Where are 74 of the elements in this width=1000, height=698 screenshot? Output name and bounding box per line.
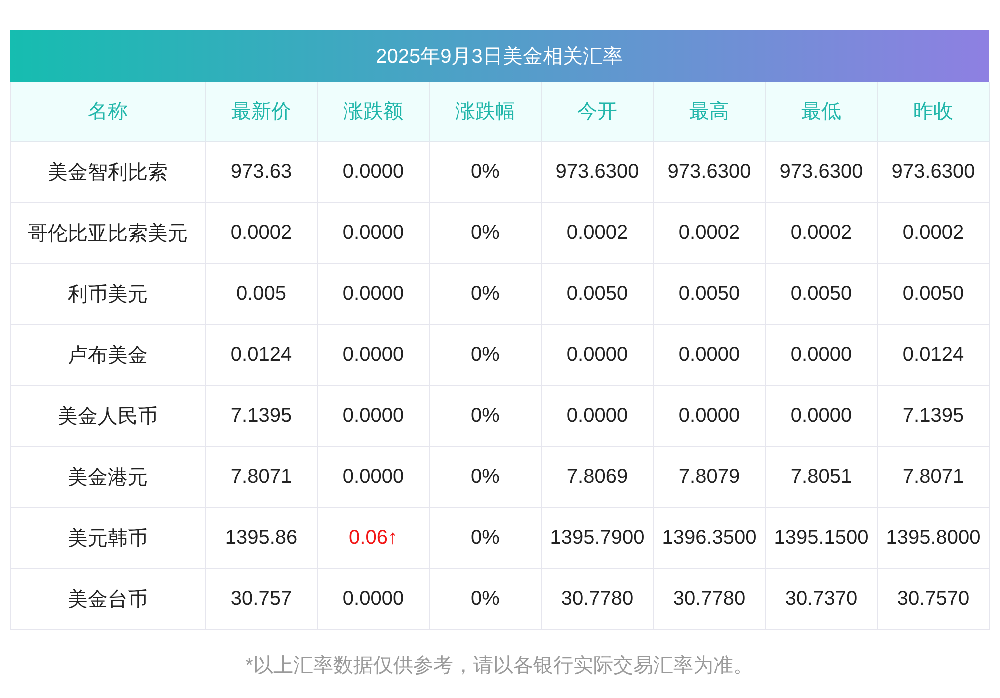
table-cell: 973.6300 <box>654 142 766 203</box>
table-cell: 0% <box>430 325 542 386</box>
table-cell: 973.6300 <box>766 142 878 203</box>
table-cell: 0.0000 <box>766 325 878 386</box>
table-cell: 0% <box>430 142 542 203</box>
table-cell: 利币美元 <box>11 264 206 325</box>
table-cell: 美金人民币 <box>11 386 206 447</box>
table-cell: 0.0000 <box>542 325 654 386</box>
column-header: 最高 <box>654 82 766 142</box>
footnote: *以上汇率数据仅供参考，请以各银行实际交易汇率为准。 <box>244 654 754 679</box>
table-cell: 0.0000 <box>318 264 430 325</box>
table-cell: 0.0002 <box>766 203 878 264</box>
table-cell: 30.7570 <box>878 569 990 630</box>
table-cell: 0% <box>430 508 542 569</box>
table-cell: 美金台币 <box>11 569 206 630</box>
table-cell: 1395.7900 <box>542 508 654 569</box>
table-cell: 0% <box>430 203 542 264</box>
table-cell: 7.1395 <box>878 386 990 447</box>
table-cell: 0.0002 <box>542 203 654 264</box>
table-cell: 卢布美金 <box>11 325 206 386</box>
table-cell: 7.8051 <box>766 447 878 508</box>
table-cell: 1395.86 <box>206 508 318 569</box>
table-cell: 0.0002 <box>206 203 318 264</box>
table-cell: 7.8079 <box>654 447 766 508</box>
table-cell: 0.0000 <box>318 569 430 630</box>
table-cell: 0.0124 <box>206 325 318 386</box>
table-cell: 7.8069 <box>542 447 654 508</box>
column-header: 最低 <box>766 82 878 142</box>
table-cell: 0% <box>430 569 542 630</box>
table-cell: 0% <box>430 447 542 508</box>
table-cell: 0.0000 <box>318 203 430 264</box>
table-cell: 973.6300 <box>878 142 990 203</box>
table-cell: 美金港元 <box>11 447 206 508</box>
table-cell: 30.7780 <box>654 569 766 630</box>
table-cell: 0.0000 <box>318 447 430 508</box>
table-cell: 1395.8000 <box>878 508 990 569</box>
table-cell: 0.0002 <box>654 203 766 264</box>
table-cell: 1396.3500 <box>654 508 766 569</box>
table-cell: 7.1395 <box>206 386 318 447</box>
table-cell: 0.0002 <box>878 203 990 264</box>
table-title: 2025年9月3日美金相关汇率 <box>10 30 989 82</box>
table-cell: 973.63 <box>206 142 318 203</box>
column-header: 涨跌额 <box>318 82 430 142</box>
table-cell: 0% <box>430 386 542 447</box>
table-cell: 0.0000 <box>318 142 430 203</box>
table-cell: 0.0050 <box>542 264 654 325</box>
column-header: 今开 <box>542 82 654 142</box>
column-header: 名称 <box>11 82 206 142</box>
column-header: 最新价 <box>206 82 318 142</box>
table-cell: 973.6300 <box>542 142 654 203</box>
table-cell: 哥伦比亚比索美元 <box>11 203 206 264</box>
table-cell: 0% <box>430 264 542 325</box>
column-header: 昨收 <box>878 82 990 142</box>
table-cell: 0.0000 <box>318 325 430 386</box>
table-cell: 0.0000 <box>318 386 430 447</box>
table-cell: 0.0050 <box>878 264 990 325</box>
table-cell: 7.8071 <box>206 447 318 508</box>
table-cell: 30.757 <box>206 569 318 630</box>
column-header: 涨跌幅 <box>430 82 542 142</box>
table-cell: 30.7370 <box>766 569 878 630</box>
table-cell: 0.0000 <box>766 386 878 447</box>
table-cell: 1395.1500 <box>766 508 878 569</box>
table-cell: 30.7780 <box>542 569 654 630</box>
table-cell: 0.0000 <box>654 325 766 386</box>
table-cell: 0.06↑ <box>318 508 430 569</box>
table-cell: 0.0000 <box>654 386 766 447</box>
table-cell: 0.0050 <box>654 264 766 325</box>
table-cell: 7.8071 <box>878 447 990 508</box>
table-cell: 0.0124 <box>878 325 990 386</box>
table-cell: 0.0050 <box>766 264 878 325</box>
table-cell: 0.005 <box>206 264 318 325</box>
table-cell: 0.0000 <box>542 386 654 447</box>
table-cell: 美金智利比索 <box>11 142 206 203</box>
table-cell: 美元韩币 <box>11 508 206 569</box>
